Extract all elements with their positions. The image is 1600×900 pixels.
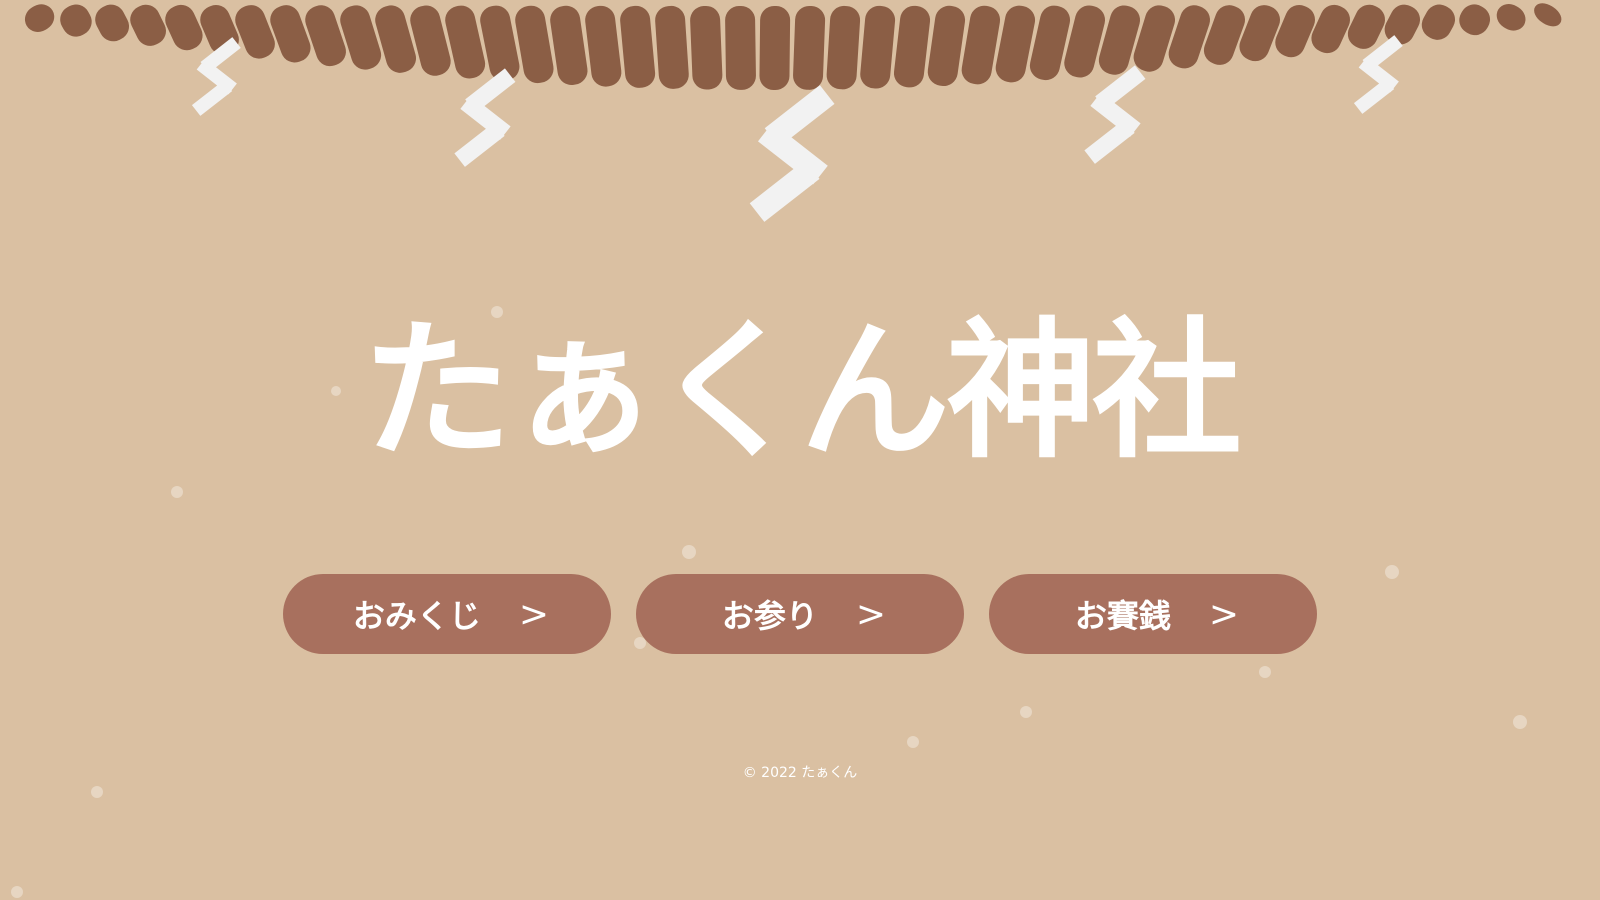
rope-strand <box>1421 4 1456 40</box>
rope-strand <box>793 5 826 90</box>
page-title: たぁくん神社 <box>361 305 1242 479</box>
omikuji-button[interactable]: おみくじ > <box>283 574 611 654</box>
omairi-button[interactable]: お参り > <box>636 574 964 654</box>
rope-strand <box>759 5 791 91</box>
rope-strand <box>585 5 622 87</box>
omairi-button-label: お参り <box>721 597 818 635</box>
rope-strand <box>826 5 861 90</box>
rope-strand <box>995 5 1036 83</box>
shide-paper-icon <box>749 85 835 222</box>
rope-strand <box>1311 4 1351 54</box>
rope-strand <box>725 5 756 90</box>
rope-strand <box>235 5 275 59</box>
chevron-right-icon: > <box>855 593 887 635</box>
rope-strand <box>927 5 966 87</box>
rope-strand <box>1275 4 1316 58</box>
rope-strand <box>1239 5 1281 62</box>
rope-strand <box>445 5 486 79</box>
rope-strand <box>961 5 1001 85</box>
rope-strand <box>620 5 656 88</box>
rope-strand <box>1459 4 1491 36</box>
osaisen-button[interactable]: お賽銭 > <box>989 574 1317 654</box>
shide-paper-icon <box>454 68 516 167</box>
rope-strand <box>95 4 130 42</box>
chevron-right-icon: > <box>1208 593 1240 635</box>
shimenawa-rope <box>24 3 1562 91</box>
rope-strand <box>480 5 520 81</box>
rope-strand <box>690 5 723 90</box>
rope-strand <box>1534 3 1562 27</box>
main-nav: おみくじ > お参り > お賽銭 > <box>0 574 1600 654</box>
rope-strand <box>1203 5 1246 65</box>
rope-strand <box>655 5 689 89</box>
rope-strand <box>270 5 311 63</box>
rope-strand <box>893 5 931 88</box>
shide-paper-icon <box>1084 65 1146 164</box>
rope-strand <box>24 4 55 32</box>
chevron-right-icon: > <box>518 593 550 635</box>
copyright-footer: © 2022 たぁくん <box>742 765 858 781</box>
omikuji-button-label: おみくじ <box>352 597 481 635</box>
rope-strand <box>515 5 554 84</box>
rope-strand <box>130 4 166 46</box>
rope-strand <box>860 5 896 89</box>
rope-strand <box>1496 4 1526 31</box>
rope-strand <box>305 5 346 67</box>
osaisen-button-label: お賽銭 <box>1074 597 1171 635</box>
rope-strand <box>60 4 92 37</box>
rope-strand <box>165 4 203 51</box>
rope-strand <box>550 5 588 85</box>
